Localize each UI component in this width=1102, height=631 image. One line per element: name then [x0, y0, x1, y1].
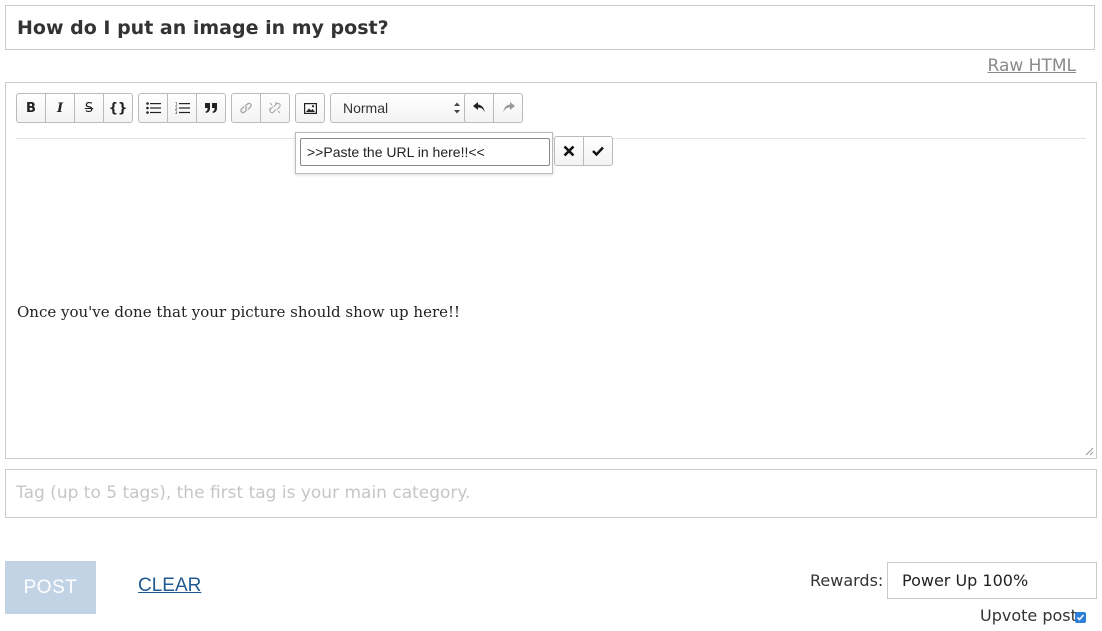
rewards-label: Rewards:: [810, 571, 884, 590]
bold-icon: B: [26, 100, 36, 116]
post-title-input[interactable]: How do I put an image in my post?: [5, 5, 1095, 50]
italic-button[interactable]: I: [45, 93, 75, 123]
numbered-list-button[interactable]: 1 2 3: [167, 93, 197, 123]
bullet-list-button[interactable]: [138, 93, 168, 123]
code-icon: {}: [108, 100, 128, 116]
rich-text-editor[interactable]: B I S {} 1 2 3 Normal >>Paste the URL in…: [5, 82, 1097, 459]
redo-icon: [503, 102, 515, 113]
image-icon: [303, 102, 317, 114]
italic-icon: I: [56, 100, 64, 116]
undo-icon: [472, 102, 484, 113]
quote-button[interactable]: [196, 93, 226, 123]
image-url-input[interactable]: >>Paste the URL in here!!<<: [300, 138, 550, 166]
post-button[interactable]: POST: [5, 561, 96, 614]
select-arrows-icon: [454, 102, 460, 114]
block-format-value: Normal: [343, 100, 389, 116]
text-format-group: B I S {}: [16, 93, 133, 123]
block-format-select[interactable]: Normal: [330, 93, 471, 123]
clear-button[interactable]: CLEAR: [138, 575, 201, 597]
bold-button[interactable]: B: [16, 93, 46, 123]
rewards-select[interactable]: Power Up 100%: [887, 562, 1097, 599]
tags-input[interactable]: Tag (up to 5 tags), the first tag is you…: [5, 469, 1097, 518]
confirm-image-button[interactable]: [583, 136, 613, 166]
svg-text:3: 3: [175, 110, 178, 114]
raw-html-link[interactable]: Raw HTML: [988, 56, 1076, 76]
redo-button[interactable]: [493, 93, 523, 123]
block-format-group: 1 2 3: [138, 93, 226, 123]
unlink-icon: [269, 102, 281, 114]
check-icon: [592, 146, 604, 156]
cancel-image-button[interactable]: [554, 136, 584, 166]
link-button[interactable]: [231, 93, 261, 123]
numbered-list-icon: 1 2 3: [175, 102, 190, 114]
close-icon: [563, 145, 575, 157]
checkmark-icon: [1076, 614, 1085, 621]
editor-content[interactable]: Once you've done that your picture shoul…: [17, 303, 460, 321]
link-icon: [240, 102, 252, 114]
strikethrough-button[interactable]: S: [74, 93, 104, 123]
image-url-popup: >>Paste the URL in here!!<<: [295, 132, 553, 174]
bullet-list-icon: [145, 102, 161, 114]
strikethrough-icon: S: [84, 100, 94, 116]
undo-button[interactable]: [464, 93, 494, 123]
image-url-actions: [554, 136, 613, 166]
code-button[interactable]: {}: [103, 93, 133, 123]
history-group: [464, 93, 523, 123]
upvote-label: Upvote post: [980, 606, 1077, 625]
unlink-button[interactable]: [260, 93, 290, 123]
upvote-checkbox[interactable]: [1075, 612, 1086, 623]
resize-handle-icon[interactable]: [1084, 446, 1094, 456]
quote-icon: [205, 103, 217, 113]
insert-image-button[interactable]: [295, 93, 325, 123]
image-group: [295, 93, 325, 123]
link-group: [231, 93, 290, 123]
